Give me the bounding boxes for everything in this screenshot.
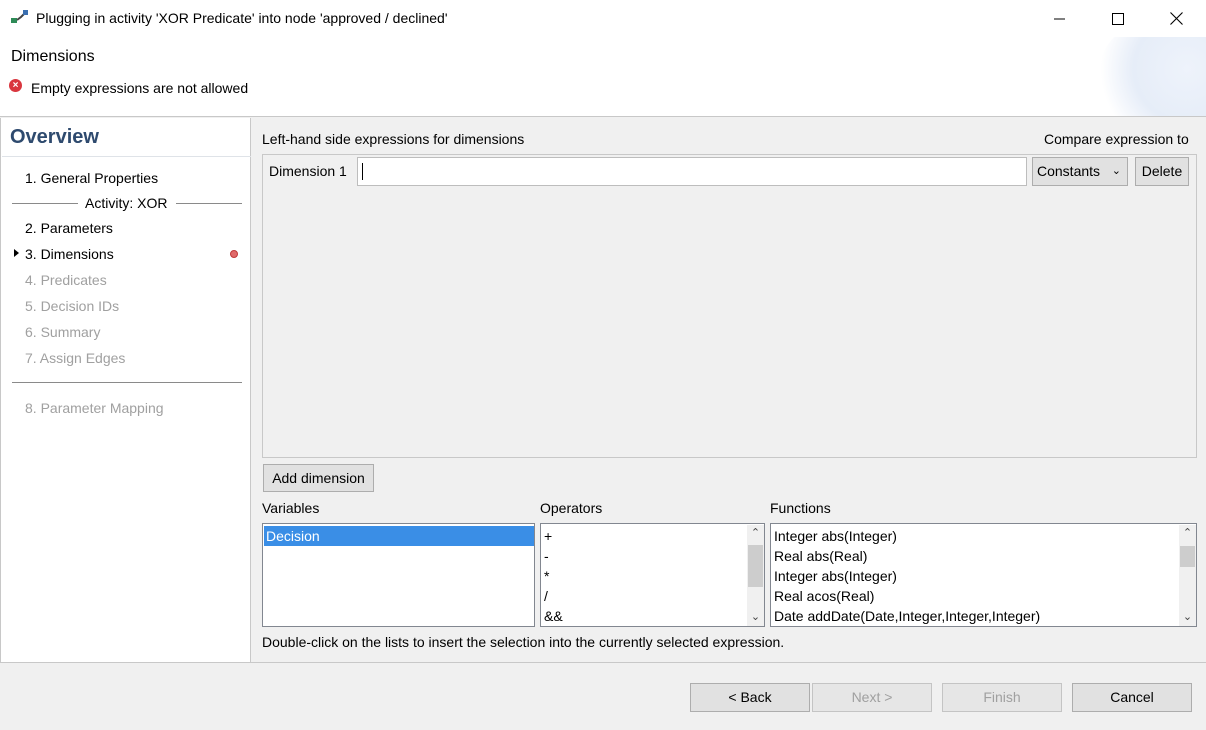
list-item[interactable]: - [544, 546, 549, 566]
group-label: Activity: XOR [85, 195, 168, 211]
list-item[interactable]: Real acos(Real) [774, 586, 874, 606]
scrollbar-thumb[interactable] [748, 545, 763, 587]
nav-item-summary: 6. Summary [25, 324, 101, 340]
add-dimension-button[interactable]: Add dimension [263, 464, 374, 492]
maximize-button[interactable] [1089, 0, 1147, 37]
functions-scrollbar[interactable]: ⌃ ⌄ [1179, 525, 1196, 626]
nav-item-parameters[interactable]: 2. Parameters [25, 220, 113, 236]
chevron-up-icon[interactable]: ⌃ [1179, 525, 1196, 542]
minimize-button[interactable] [1031, 0, 1089, 37]
group-divider-left [12, 203, 78, 204]
minimize-icon [1054, 18, 1065, 19]
list-item[interactable]: Real abs(Real) [774, 546, 867, 566]
nav-item-predicates: 4. Predicates [25, 272, 107, 288]
functions-label: Functions [770, 500, 831, 516]
next-button: Next > [812, 683, 932, 712]
list-item[interactable]: Integer abs(Integer) [774, 566, 897, 586]
finish-button: Finish [942, 683, 1062, 712]
overview-divider [2, 156, 251, 157]
chevron-down-icon[interactable]: ⌄ [1179, 609, 1196, 626]
error-icon: × [9, 79, 22, 92]
variables-list[interactable]: Decision [262, 523, 535, 627]
footer-divider [0, 662, 1206, 663]
lhs-expressions-label: Left-hand side expressions for dimension… [262, 131, 525, 147]
maximize-icon [1112, 12, 1124, 25]
list-item[interactable]: Integer abs(Integer) [774, 526, 897, 546]
error-message: Empty expressions are not allowed [31, 80, 249, 96]
nav-item-dimensions[interactable]: 3. Dimensions [25, 246, 114, 262]
dimension-label: Dimension 1 [269, 163, 347, 179]
list-item[interactable]: / [544, 586, 548, 606]
list-item[interactable]: * [544, 566, 549, 586]
list-item[interactable]: Date addDate(Date,Integer,Integer,Intege… [774, 606, 1040, 626]
nav-item-general-properties[interactable]: 1. General Properties [25, 170, 158, 186]
delete-dimension-button[interactable]: Delete [1135, 157, 1189, 186]
step-error-icon [230, 250, 238, 258]
text-caret [362, 163, 363, 180]
back-button[interactable]: < Back [690, 683, 810, 712]
current-step-arrow-icon [14, 249, 19, 257]
nav-item-assign-edges: 7. Assign Edges [25, 350, 126, 366]
chevron-up-icon[interactable]: ⌃ [747, 525, 764, 542]
list-item[interactable]: Decision [266, 526, 320, 546]
variables-label: Variables [262, 500, 320, 516]
compare-expression-label: Compare expression to [1044, 131, 1189, 147]
wizard-header: Dimensions × Empty expressions are not a… [0, 37, 1206, 117]
dimensions-area [262, 154, 1197, 458]
operators-scrollbar[interactable]: ⌃ ⌄ [747, 525, 764, 626]
compare-type-select[interactable]: Constants ⌄ [1032, 157, 1128, 186]
group-divider-right [176, 203, 242, 204]
nav-item-decision-ids: 5. Decision IDs [25, 298, 120, 314]
close-button[interactable] [1147, 0, 1205, 37]
chevron-down-icon: ⌄ [1111, 165, 1121, 177]
compare-type-value: Constants [1037, 163, 1101, 179]
overview-panel: Overview 1. General Properties Activity:… [0, 118, 251, 662]
title-bar: Plugging in activity 'XOR Predicate' int… [0, 0, 1206, 37]
functions-list[interactable]: Integer abs(Integer) Real abs(Real) Inte… [770, 523, 1197, 627]
list-item[interactable]: + [544, 526, 552, 546]
page-title: Dimensions [11, 48, 95, 65]
nav-item-parameter-mapping: 8. Parameter Mapping [25, 400, 164, 416]
list-item[interactable]: && [544, 606, 563, 626]
header-decoration [1096, 37, 1206, 116]
chevron-down-icon[interactable]: ⌄ [747, 609, 764, 626]
window-title: Plugging in activity 'XOR Predicate' int… [36, 10, 448, 26]
dimension-expression-input[interactable] [357, 157, 1027, 186]
overview-separator [12, 382, 242, 383]
operators-list[interactable]: + - * / && ⌃ ⌄ [540, 523, 765, 627]
plug-activity-icon [11, 10, 28, 23]
hint-text: Double-click on the lists to insert the … [262, 634, 785, 650]
scrollbar-thumb[interactable] [1180, 546, 1195, 567]
cancel-button[interactable]: Cancel [1072, 683, 1192, 712]
operators-label: Operators [540, 500, 603, 516]
overview-title: Overview [10, 126, 99, 148]
close-icon [1169, 12, 1183, 25]
